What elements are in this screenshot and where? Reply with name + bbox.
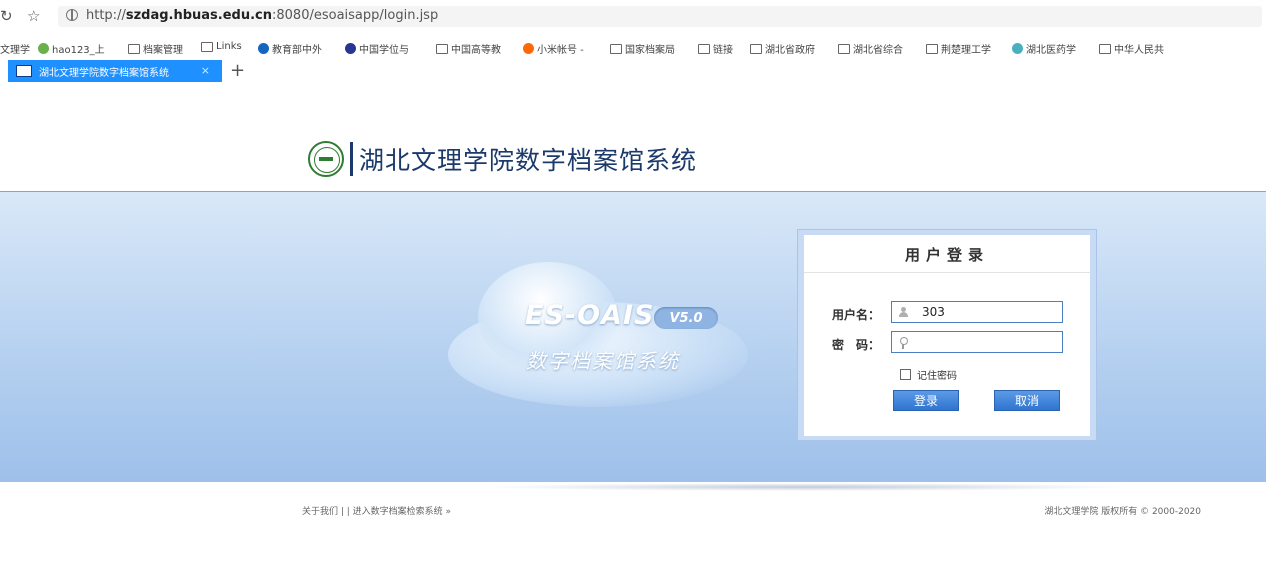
password-label: 密 码： [832, 338, 881, 352]
bookmark-item[interactable]: 中国学位与 [345, 41, 409, 56]
bookmark-label: 湖北医药学 [1026, 45, 1076, 56]
product-subtitle: 数字档案馆系统 [526, 349, 680, 373]
hao123-icon [38, 43, 49, 54]
bookmark-item[interactable]: 文理学 [0, 41, 30, 56]
bookmark-label: 中国学位与 [359, 45, 409, 56]
bookmark-label: 湖北省综合 [853, 45, 903, 56]
page-icon [838, 43, 850, 54]
site-header: 湖北文理学院数字档案馆系统 [302, 140, 738, 178]
bookmark-item[interactable]: 荆楚理工学 [926, 41, 991, 56]
refresh-icon[interactable]: ↻ [0, 9, 13, 24]
hbmu-icon [1012, 43, 1023, 54]
bookmark-item[interactable]: 档案管理 [128, 41, 183, 56]
site-info-icon[interactable] [66, 9, 78, 21]
folder-icon [128, 43, 140, 54]
password-field[interactable] [891, 331, 1063, 353]
bookmark-item[interactable]: 中国高等教 [436, 41, 501, 56]
site-title: 湖北文理学院数字档案馆系统 [359, 146, 698, 175]
remember-checkbox[interactable] [900, 369, 911, 380]
bookmark-label: 湖北省政府 [765, 45, 815, 56]
browser-address-row: ↻ ☆ http://szdag.hbuas.edu.cn:8080/esoai… [0, 0, 1266, 32]
product-name: ES-OAIS [525, 300, 655, 331]
tab-favicon-icon [16, 65, 32, 77]
bookmark-item[interactable]: 链接 [698, 41, 733, 56]
bookmark-label: 教育部中外 [272, 45, 322, 56]
footer-links[interactable]: 关于我们 | | 进入数字档案检索系统 » [302, 504, 451, 517]
bookmark-item[interactable]: 中华人民共 [1099, 41, 1164, 56]
bookmark-label: 档案管理 [143, 45, 183, 56]
footer-copyright: 湖北文理学院 版权所有 © 2000-2020 [1044, 507, 1201, 517]
page-icon [436, 43, 448, 54]
bookmark-item[interactable]: hao123_上 [38, 41, 105, 56]
bookmark-label: 链接 [713, 45, 733, 56]
remember-password[interactable]: 记住密码 [900, 367, 957, 382]
tab-strip: 湖北文理学院数字档案馆系统 × + [0, 58, 1266, 84]
bookmarks-bar: 文理学 hao123_上 档案管理 Links 教育部中外 中国学位与 中国高等教 小米帐号 … [0, 38, 1266, 58]
cloud-logo-icon [438, 262, 758, 412]
login-heading: 用户登录 [804, 235, 1090, 273]
login-panel: 用户登录 用户名： 303 密 码： 记住密码 登录 取消 [797, 229, 1097, 441]
bookmark-label: Links [216, 41, 242, 52]
page-icon [1099, 43, 1111, 54]
bookmark-label: 小米帐号 - [537, 45, 584, 56]
username-value: 303 [922, 305, 945, 319]
folder-icon [698, 43, 710, 54]
address-url[interactable]: http://szdag.hbuas.edu.cn:8080/esoaisapp… [86, 8, 438, 23]
star-icon[interactable]: ☆ [27, 9, 40, 24]
remember-label: 记住密码 [917, 371, 957, 382]
bookmark-label: 荆楚理工学 [941, 45, 991, 56]
bookmark-label: 中国高等教 [451, 45, 501, 56]
bookmark-label: 国家档案局 [625, 45, 675, 56]
grad-cap-icon [345, 43, 356, 54]
bookmark-label: hao123_上 [52, 45, 105, 56]
moe-icon [258, 43, 269, 54]
university-seal-icon [308, 141, 344, 177]
tab-title: 湖北文理学院数字档案馆系统 [39, 67, 169, 79]
bookmark-item[interactable]: 小米帐号 - [523, 41, 584, 56]
close-tab-icon[interactable]: × [201, 64, 210, 77]
bookmark-label: 中华人民共 [1114, 45, 1164, 56]
username-label: 用户名： [832, 308, 881, 322]
user-icon [899, 307, 908, 317]
divider [350, 142, 353, 176]
band-shadow [480, 483, 1130, 491]
login-button[interactable]: 登录 [893, 390, 959, 411]
bookmark-item[interactable]: Links [201, 41, 242, 52]
address-bar[interactable]: http://szdag.hbuas.edu.cn:8080/esoaisapp… [58, 6, 1262, 27]
active-tab[interactable]: 湖北文理学院数字档案馆系统 × [8, 60, 222, 82]
username-field[interactable]: 303 [891, 301, 1063, 323]
page-icon [926, 43, 938, 54]
bookmark-item[interactable]: 教育部中外 [258, 41, 322, 56]
key-icon [899, 337, 908, 349]
bookmark-item[interactable]: 湖北医药学 [1012, 41, 1076, 56]
bookmark-item[interactable]: 国家档案局 [610, 41, 675, 56]
version-badge: V5.0 [654, 307, 718, 329]
bookmark-item[interactable]: 湖北省综合 [838, 41, 903, 56]
page-icon [610, 43, 622, 54]
folder-icon [201, 41, 213, 52]
page-icon [750, 43, 762, 54]
mi-icon [523, 43, 534, 54]
new-tab-button[interactable]: + [230, 60, 245, 81]
bookmark-label: 文理学 [0, 45, 30, 56]
cancel-button[interactable]: 取消 [994, 390, 1060, 411]
bookmark-item[interactable]: 湖北省政府 [750, 41, 815, 56]
